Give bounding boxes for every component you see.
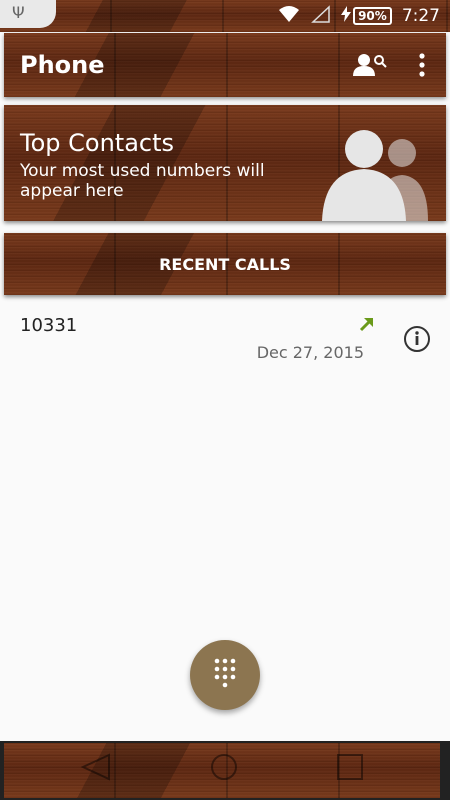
- recents-icon: [333, 752, 367, 786]
- contact-search-button[interactable]: [350, 47, 390, 87]
- call-log-item[interactable]: 10331 Dec 27, 2015: [0, 303, 450, 373]
- call-date: Dec 27, 2015: [256, 343, 364, 362]
- dialpad-button[interactable]: [190, 640, 260, 710]
- status-time: 7:27: [401, 6, 440, 26]
- signal-icon: [311, 5, 331, 27]
- charging-bolt-icon: [341, 6, 352, 26]
- info-icon: [414, 330, 420, 349]
- page-title: Phone: [20, 51, 105, 79]
- call-details-button[interactable]: [404, 326, 430, 352]
- overflow-menu-icon: [418, 53, 426, 81]
- dialpad-icon: [213, 658, 237, 692]
- home-icon: [207, 752, 241, 786]
- call-number: 10331: [20, 315, 78, 336]
- top-contacts-panel: Top Contacts Your most used numbers will…: [4, 105, 446, 221]
- navigation-bar: [0, 741, 450, 800]
- back-button[interactable]: [74, 751, 118, 787]
- wifi-icon: [277, 5, 301, 27]
- usb-icon: Ψ: [0, 0, 56, 28]
- outgoing-call-icon: [358, 315, 376, 337]
- recents-button[interactable]: [328, 751, 372, 787]
- status-bar: Ψ 90% 7:27: [0, 0, 450, 32]
- contacts-silhouette-icon: [322, 127, 434, 225]
- app-header: Phone: [4, 33, 446, 97]
- overflow-menu-button[interactable]: [402, 47, 442, 87]
- tab-recent-calls-label: RECENT CALLS: [159, 255, 291, 274]
- home-button[interactable]: [202, 751, 246, 787]
- tab-recent-calls[interactable]: RECENT CALLS: [4, 233, 446, 295]
- contact-search-icon: [352, 52, 388, 82]
- top-contacts-subtitle: Your most used numbers will appear here: [20, 161, 265, 201]
- top-contacts-title: Top Contacts: [20, 129, 175, 157]
- back-icon: [79, 752, 113, 786]
- battery-indicator: 90%: [341, 6, 392, 26]
- battery-percent: 90%: [353, 7, 392, 25]
